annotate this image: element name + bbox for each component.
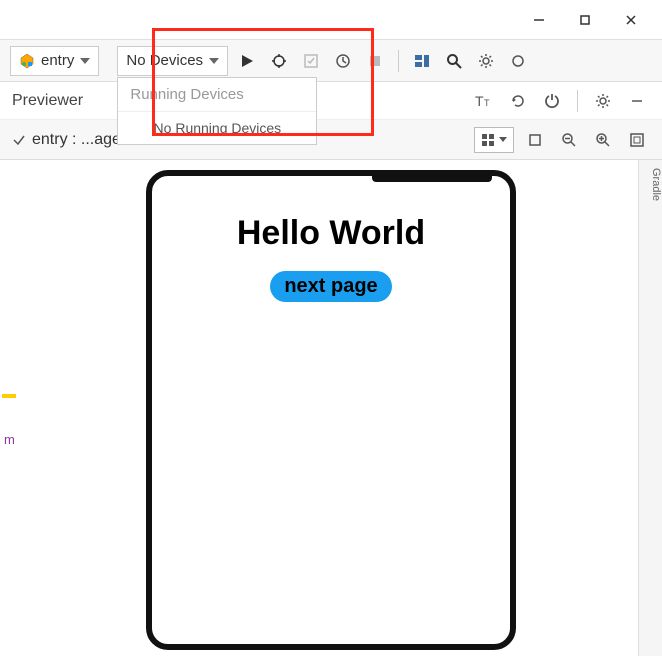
crop-icon[interactable] (522, 127, 548, 153)
previewer-bar: Previewer TT (0, 82, 662, 120)
device-label: No Devices (126, 52, 203, 69)
fullscreen-icon[interactable] (624, 127, 650, 153)
stop-button[interactable] (362, 48, 388, 74)
layout-mode-button[interactable] (474, 127, 514, 153)
debug-button[interactable] (266, 48, 292, 74)
gutter-letter: m (4, 432, 15, 447)
toolbar-divider (577, 90, 578, 112)
check-icon (12, 133, 26, 147)
toolbar-divider (398, 50, 399, 72)
device-selector[interactable]: No Devices Running Devices No Running De… (117, 46, 228, 76)
refresh-button[interactable] (505, 88, 531, 114)
right-tab-gradle[interactable]: Gradle (650, 168, 662, 201)
dropdown-empty: No Running Devices (118, 112, 316, 144)
settings-button[interactable] (473, 48, 499, 74)
module-icon (19, 53, 35, 69)
left-gutter: m (0, 160, 22, 656)
collapse-icon[interactable] (624, 88, 650, 114)
gutter-highlight (2, 394, 16, 398)
svg-text:T: T (484, 98, 490, 108)
project-structure-button[interactable] (409, 48, 435, 74)
close-button[interactable] (608, 4, 654, 36)
device-frame: Hello World next page (146, 170, 516, 650)
power-button[interactable] (539, 88, 565, 114)
chevron-down-icon (80, 58, 90, 64)
more-icon[interactable] (505, 48, 531, 74)
preview-area: m Hello World next page Gradle (0, 160, 662, 656)
zoom-in-icon[interactable] (590, 127, 616, 153)
svg-text:T: T (475, 93, 484, 109)
minimize-button[interactable] (516, 4, 562, 36)
previewer-title: Previewer (12, 92, 83, 110)
profile-button[interactable] (330, 48, 356, 74)
dropdown-header: Running Devices (118, 78, 316, 112)
run-button[interactable] (234, 48, 260, 74)
preview-heading: Hello World (152, 214, 510, 253)
window-titlebar (0, 0, 662, 40)
module-label: entry (41, 52, 74, 69)
chevron-down-icon (209, 58, 219, 64)
device-notch (372, 176, 492, 182)
device-dropdown: Running Devices No Running Devices (117, 77, 317, 145)
module-selector[interactable]: entry (10, 46, 99, 76)
search-button[interactable] (441, 48, 467, 74)
gear-icon[interactable] (590, 88, 616, 114)
main-toolbar: entry No Devices Running Devices No Runn… (0, 40, 662, 82)
text-size-button[interactable]: TT (471, 88, 497, 114)
next-page-button[interactable]: next page (270, 271, 391, 302)
entry-bar: entry : ...age (0, 120, 662, 160)
coverage-button[interactable] (298, 48, 324, 74)
maximize-button[interactable] (562, 4, 608, 36)
right-sidebar[interactable]: Gradle (638, 160, 662, 656)
zoom-out-icon[interactable] (556, 127, 582, 153)
